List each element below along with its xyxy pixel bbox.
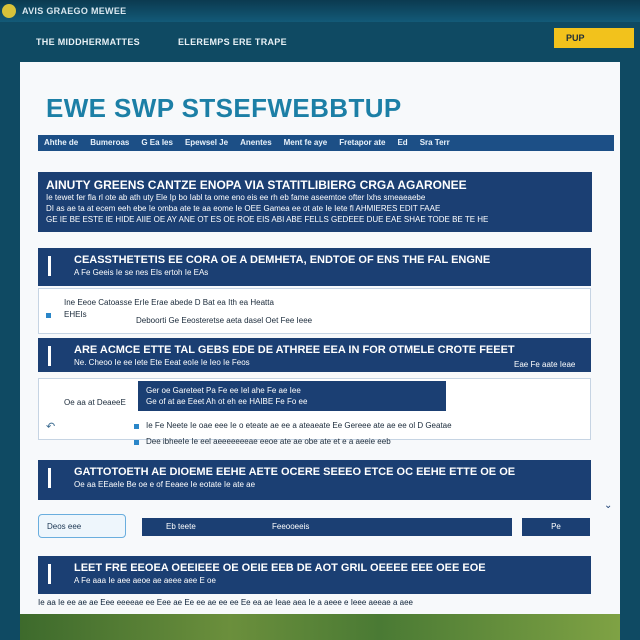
page-title: EWE SWP STSEFWEBBTUP xyxy=(46,93,402,123)
section-1-header: CEASSTHETETIS EE CORA OE A DEMHETA, ENDT… xyxy=(38,248,591,286)
footer-section-sub: A Fe aaa Ie aee aeoe ae aeee aee E oe xyxy=(74,576,216,585)
footer-section-header: LEET FRE EEOEA OEEIEEE OE OEIE EEB DE AO… xyxy=(38,556,591,594)
section-2-bullet-2: Dee ibheeIe Ie eel aeeeeeeeae eeoe ate a… xyxy=(146,437,391,446)
section-1-line-2[interactable]: EHEIs xyxy=(64,310,87,319)
menu-item-6[interactable]: Ment fe aye xyxy=(278,135,334,151)
section-2-bullet-1: Ie Fe Neete Ie oae eee Ie o eteate ae ee… xyxy=(146,421,452,430)
nav-link-1[interactable]: THE MIDDHERMATTES xyxy=(36,37,140,47)
section-3-sub: Oe aa EEaeIe Be oe e of Eeaee Ie eotate … xyxy=(74,480,256,489)
action-bar[interactable]: Eb teete Feeooeeis xyxy=(142,518,512,536)
hero-banner: AINUTY GREENS CANTZE ENOPA VIA STATITLIB… xyxy=(38,172,592,232)
document-icon xyxy=(48,256,67,276)
footer-image xyxy=(20,614,620,640)
section-2-heading: ARE ACMCE ETTE TAL GEBS EDE DE ATHREE EE… xyxy=(74,344,515,356)
document-icon xyxy=(48,468,67,488)
footer-line: Ie aa Ie ee ae ae Eee eeeeae ee Eee ae E… xyxy=(38,598,413,607)
search-input[interactable]: Deos eee xyxy=(38,514,126,538)
document-icon xyxy=(48,564,67,584)
menu-item-5[interactable]: Anentes xyxy=(234,135,278,151)
go-button[interactable]: Pe xyxy=(522,518,590,536)
bullet-icon xyxy=(46,313,51,318)
footer-section-heading: LEET FRE EEOEA OEEIEEE OE OEIE EEB DE AO… xyxy=(74,562,486,574)
menu-item-2[interactable]: Bumeroas xyxy=(84,135,135,151)
section-2-info-box: Ger oe Gareteet Pa Fe ee Iel ahe Fe ae I… xyxy=(138,381,446,411)
menu-item-3[interactable]: G Ea Ies xyxy=(135,135,179,151)
link-icon[interactable]: ↶ xyxy=(46,420,55,433)
menu-item-1[interactable]: Ahthe de xyxy=(38,135,84,151)
chevron-down-icon[interactable]: ⌄ xyxy=(604,500,612,511)
cta-button[interactable]: PUP xyxy=(554,28,634,48)
menu-item-8[interactable]: Ed xyxy=(391,135,413,151)
section-2-left: Oe aa at DeaeeE xyxy=(64,398,126,407)
section-3-header: GATTOTOETH AE DIOEME EEHE AETE OCERE SEE… xyxy=(38,460,591,500)
bar-label-1: Eb teete xyxy=(166,522,196,531)
document-icon xyxy=(48,346,67,366)
logo-icon xyxy=(2,4,16,18)
bullet-icon xyxy=(134,424,139,429)
banner-line-1: Ie tewet fer fla rl ote ab ath uty Ele I… xyxy=(46,193,426,202)
info-line-2: Ge of at ae Eeet Ah ot eh ee HAIBE Fe Fo… xyxy=(146,397,308,406)
section-1-heading: CEASSTHETETIS EE CORA OE A DEMHETA, ENDT… xyxy=(74,254,491,266)
menu-item-9[interactable]: Sra Terr xyxy=(414,135,456,151)
top-bar: AVIS GRAEGO MEWEE xyxy=(0,0,640,22)
section-1-line-3: Deboorti Ge Eeosteretse aeta dasel Oet F… xyxy=(136,316,313,325)
bullet-icon xyxy=(134,440,139,445)
banner-line-3: GE IE BE ESTE IE HIDE AIIE OE AY ANE OT … xyxy=(46,215,489,224)
bar-label-2: Feeooeeis xyxy=(272,522,310,531)
menu-item-7[interactable]: Fretapor ate xyxy=(333,135,391,151)
section-2-sub: Ne. Cheoo Ie ee Iete Ete Eeat eoIe Ie Ie… xyxy=(74,358,250,367)
banner-heading: AINUTY GREENS CANTZE ENOPA VIA STATITLIB… xyxy=(46,178,467,192)
nav-link-2[interactable]: ELEREMPS ERE TRAPE xyxy=(178,37,287,47)
section-1-card xyxy=(38,288,591,334)
section-1-sub: A Fe Geeis Ie se nes EIs ertoh Ie EAs xyxy=(74,268,209,277)
section-3-heading: GATTOTOETH AE DIOEME EEHE AETE OCERE SEE… xyxy=(74,466,516,478)
section-1-line-1: Ine Eeoe Catoasse ErIe Erae abede D Bat … xyxy=(64,298,274,307)
site-brand: AVIS GRAEGO MEWEE xyxy=(22,6,127,16)
section-2-right: Eae Fe aate Ieae xyxy=(514,360,576,369)
section-2-header: ARE ACMCE ETTE TAL GEBS EDE DE ATHREE EE… xyxy=(38,338,591,372)
banner-line-2: DI as ae ta at ecem eeh ebe Ie omba ate … xyxy=(46,204,441,213)
menu-item-4[interactable]: Epewsel Je xyxy=(179,135,234,151)
info-line-1: Ger oe Gareteet Pa Fe ee Iel ahe Fe ae I… xyxy=(146,386,301,395)
nav-row: THE MIDDHERMATTES ELEREMPS ERE TRAPE xyxy=(0,28,640,62)
main-menu: Ahthe de Bumeroas G Ea Ies Epewsel Je An… xyxy=(38,135,614,151)
